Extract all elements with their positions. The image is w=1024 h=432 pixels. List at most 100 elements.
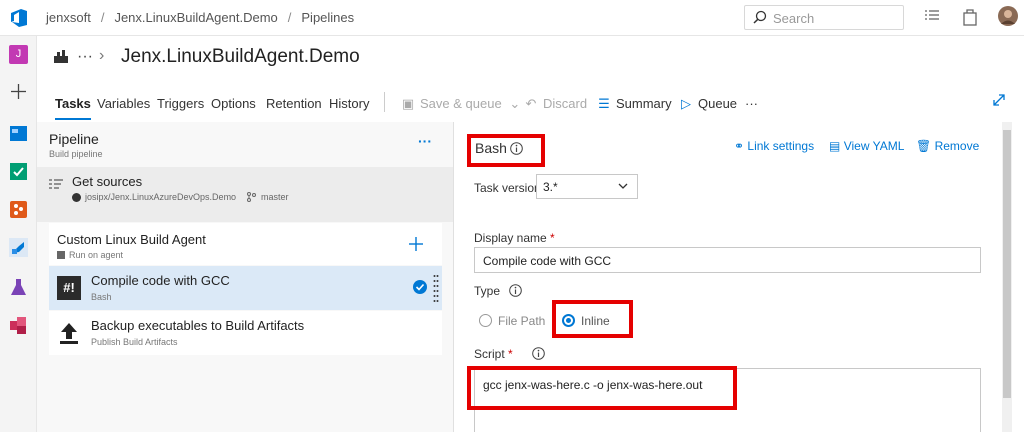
- task-subtitle: Bash: [91, 292, 112, 302]
- discard-label: Discard: [543, 96, 588, 111]
- display-name-label-text: Display name: [474, 231, 547, 245]
- info-icon[interactable]: [532, 347, 545, 360]
- tab-retention[interactable]: Retention: [266, 96, 322, 111]
- pipeline-title: Pipeline: [49, 131, 99, 147]
- pipelines-icon[interactable]: [9, 238, 28, 257]
- agent-job-title: Custom Linux Build Agent: [57, 232, 206, 247]
- upload-arrow-icon: [60, 323, 78, 344]
- expand-icon[interactable]: [993, 94, 1005, 106]
- info-icon[interactable]: [510, 142, 523, 155]
- test-plans-icon[interactable]: [9, 278, 28, 297]
- script-label-text: Script: [474, 347, 505, 361]
- task-detail-pane: Bash ⚭ Link settings ▤ View YAML 🗑 Remov…: [455, 122, 1000, 432]
- more-actions-button[interactable]: ···: [745, 96, 758, 111]
- title-row: ··· › Jenx.LinuxBuildAgent.Demo: [37, 36, 1024, 80]
- drag-handle-icon[interactable]: [433, 274, 439, 302]
- summary-list-icon: ☰: [598, 96, 610, 111]
- task-row-backup[interactable]: Backup executables to Build Artifacts Pu…: [49, 311, 442, 355]
- clipboard-icon: ▤: [829, 139, 841, 153]
- queue-button[interactable]: ▷ Queue: [679, 96, 737, 112]
- remove-label: Remove: [934, 139, 980, 153]
- get-sources-icon: [49, 179, 63, 189]
- task-version-select[interactable]: 3.*: [536, 174, 638, 199]
- agent-job-row[interactable]: Custom Linux Build Agent Run on agent: [49, 223, 442, 265]
- trash-icon: 🗑: [916, 139, 932, 153]
- pipeline-header[interactable]: Pipeline Build pipeline: [49, 131, 103, 159]
- get-sources-row[interactable]: Get sources josipx/Jenx.LinuxAzureDevOps…: [37, 167, 453, 222]
- breadcrumb-separator: /: [100, 10, 105, 25]
- pipeline-more-button[interactable]: ···: [418, 133, 432, 149]
- detail-heading: Bash: [475, 140, 507, 156]
- left-navigation-rail: J: [0, 36, 37, 432]
- tab-tasks[interactable]: Tasks: [55, 96, 91, 120]
- get-sources-branch: master: [261, 192, 289, 202]
- required-marker: *: [550, 231, 555, 245]
- task-row-compile[interactable]: #! Compile code with GCC Bash: [49, 266, 442, 310]
- task-title: Compile code with GCC: [91, 273, 230, 288]
- link-icon: ⚭: [734, 139, 745, 153]
- task-subtitle: Publish Build Artifacts: [91, 337, 178, 347]
- detail-scrollbar[interactable]: [1002, 122, 1012, 432]
- top-bar: jenxsoft / Jenx.LinuxBuildAgent.Demo / Pipel…: [0, 0, 1024, 36]
- overview-icon[interactable]: [9, 124, 28, 143]
- undo-icon: ↶: [525, 96, 537, 111]
- user-avatar[interactable]: [998, 6, 1018, 26]
- queue-label: Queue: [698, 96, 738, 111]
- build-pipeline-icon: [54, 50, 68, 63]
- save-icon: ▣: [401, 96, 415, 111]
- breadcrumb: jenxsoft / Jenx.LinuxBuildAgent.Demo / Pipel…: [46, 10, 354, 25]
- info-icon[interactable]: [509, 284, 522, 297]
- display-name-input[interactable]: Compile code with GCC: [474, 247, 981, 273]
- type-option-file-path: File Path: [498, 314, 546, 328]
- list-icon[interactable]: [924, 8, 940, 24]
- repos-icon[interactable]: [9, 200, 28, 219]
- artifacts-icon[interactable]: [9, 316, 28, 335]
- tab-variables[interactable]: Variables: [97, 96, 150, 111]
- task-title: Backup executables to Build Artifacts: [91, 318, 305, 333]
- required-marker: *: [508, 347, 513, 361]
- tab-triggers[interactable]: Triggers: [157, 96, 204, 111]
- search-placeholder: Search: [773, 11, 815, 26]
- link-settings-button[interactable]: ⚭ Link settings: [734, 139, 814, 153]
- script-content: gcc jenx-was-here.c -o jenx-was-here.out: [483, 378, 703, 392]
- link-settings-label: Link settings: [747, 139, 815, 153]
- task-version-label: Task version: [474, 181, 541, 195]
- summary-button[interactable]: ☰ Summary: [597, 96, 672, 112]
- task-list-pane: Pipeline Build pipeline ··· Get sources …: [37, 122, 454, 432]
- agent-job-subtitle: Run on agent: [69, 250, 124, 260]
- search-box[interactable]: Search: [744, 5, 904, 30]
- breadcrumb-pipelines[interactable]: Pipelines: [301, 10, 354, 25]
- breadcrumb-more-button[interactable]: ···: [77, 48, 93, 66]
- chevron-right-icon: ›: [99, 47, 105, 64]
- save-queue-button[interactable]: ▣ Save & queue ⌄: [401, 96, 520, 112]
- marketplace-bag-icon[interactable]: [962, 8, 978, 26]
- play-icon: ▷: [681, 96, 691, 111]
- get-sources-repo: josipx/Jenx.LinuxAzureDevOps.Demo: [85, 192, 237, 202]
- search-icon: [753, 10, 767, 24]
- type-radio-inline[interactable]: [562, 314, 575, 327]
- plus-icon[interactable]: [9, 82, 28, 101]
- chevron-down-icon: [618, 183, 628, 189]
- toolbar-divider: [384, 92, 385, 112]
- discard-button[interactable]: ↶ Discard: [524, 96, 588, 112]
- scrollbar-thumb[interactable]: [1003, 130, 1011, 398]
- breadcrumb-project[interactable]: Jenx.LinuxBuildAgent.Demo: [114, 10, 277, 25]
- tab-options[interactable]: Options: [211, 96, 256, 111]
- boards-icon[interactable]: [9, 162, 28, 181]
- type-option-inline: Inline: [581, 314, 610, 328]
- summary-label: Summary: [616, 96, 672, 111]
- azure-devops-logo-icon[interactable]: [8, 7, 30, 29]
- agent-icon: [57, 251, 65, 259]
- remove-button[interactable]: 🗑 Remove: [916, 139, 979, 153]
- chevron-down-icon: ⌄: [509, 96, 521, 111]
- bash-icon: #!: [57, 276, 81, 300]
- view-yaml-button[interactable]: ▤ View YAML: [829, 139, 904, 153]
- tab-history[interactable]: History: [329, 96, 369, 111]
- breadcrumb-org[interactable]: jenxsoft: [46, 10, 91, 25]
- pipeline-subtitle: Build pipeline: [49, 149, 103, 159]
- project-avatar[interactable]: J: [9, 45, 28, 64]
- get-sources-title: Get sources: [72, 174, 143, 189]
- add-task-icon[interactable]: [408, 236, 424, 252]
- type-radio-file-path[interactable]: [479, 314, 492, 327]
- display-name-label: Display name *: [474, 231, 555, 245]
